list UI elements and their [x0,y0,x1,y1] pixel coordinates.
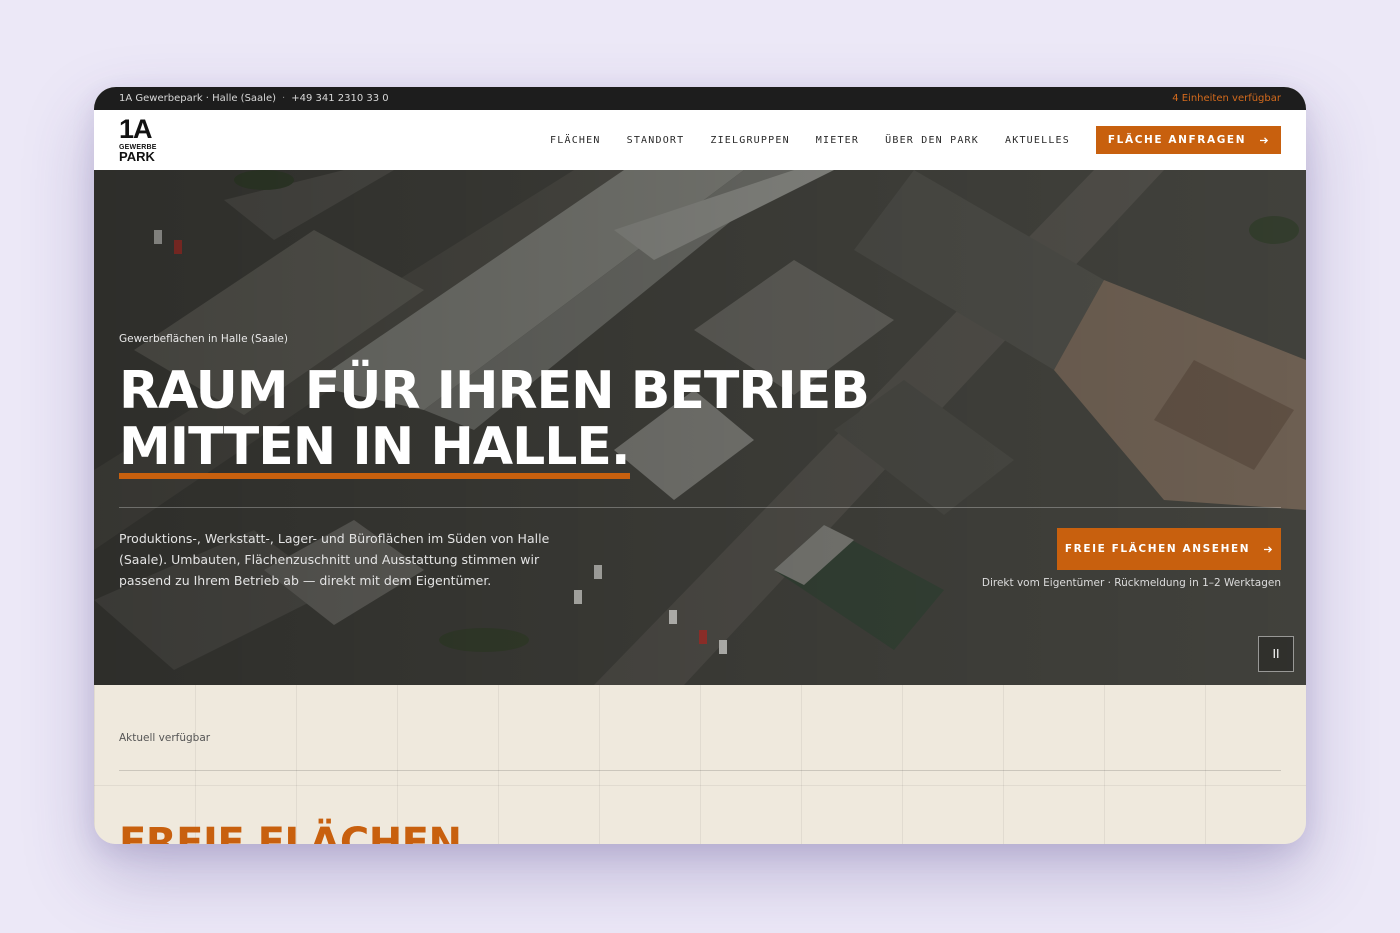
nav-item-flaechen[interactable]: FLÄCHEN [550,135,601,146]
company-location: 1A Gewerbepark · Halle (Saale) [119,93,277,104]
hero-section: Gewerbeflächen in Halle (Saale) RAUM FÜR… [94,170,1306,685]
section-eyebrow: Aktuell verfügbar [119,732,211,744]
browser-window: 1A Gewerbepark · Halle (Saale) · +49 341… [94,87,1306,844]
nav-item-zielgruppen[interactable]: ZIELGRUPPEN [710,135,789,146]
nav-item-ueber-den-park[interactable]: ÜBER DEN PARK [885,135,979,146]
arrow-right-icon [1264,545,1273,553]
nav-item-mieter[interactable]: MIETER [816,135,859,146]
site-logo[interactable]: 1A GEWERBE PARK [119,116,159,164]
arrow-right-icon [1260,136,1269,144]
logo-line-3: PARK [119,149,155,164]
view-free-spaces-label: FREIE FLÄCHEN ANSEHEN [1064,543,1251,555]
section-divider [119,770,1281,771]
logo-line-1: 1A [119,114,153,144]
nav-item-aktuelles[interactable]: AKTUELLES [1005,135,1070,146]
top-info-left: 1A Gewerbepark · Halle (Saale) · +49 341… [119,93,389,104]
hero-eyebrow: Gewerbeflächen in Halle (Saale) [119,333,288,345]
available-spaces-section: Aktuell verfügbar FREIE FLÄCHEN [94,685,1306,844]
hero-headline-line-2: MITTEN IN HALLE. [119,417,631,479]
video-pause-button[interactable]: II [1258,636,1294,672]
hero-headline-line-1: RAUM FÜR IHREN BETRIEB [119,361,870,421]
section-heading: FREIE FLÄCHEN [119,820,462,844]
main-navigation: 1A GEWERBE PARK FLÄCHEN STANDORT ZIELGRU… [94,110,1306,170]
separator: · [282,93,286,104]
request-space-label: FLÄCHE ANFRAGEN [1107,134,1247,146]
pause-icon: II [1272,647,1280,661]
view-free-spaces-button[interactable]: FREIE FLÄCHEN ANSEHEN [1057,528,1281,570]
hero-divider [119,507,1281,508]
top-info-bar: 1A Gewerbepark · Halle (Saale) · +49 341… [94,87,1306,110]
hero-lead-text: Produktions-, Werkstatt-, Lager- und Bür… [119,531,550,588]
nav-menu: FLÄCHEN STANDORT ZIELGRUPPEN MIETER ÜBER… [550,135,1070,146]
availability-link[interactable]: 4 Einheiten verfügbar [1172,93,1281,104]
request-space-button[interactable]: FLÄCHE ANFRAGEN [1096,126,1281,154]
nav-item-standort[interactable]: STANDORT [627,135,685,146]
hero-note: Direkt vom Eigentümer · Rückmeldung in 1… [981,577,1281,589]
phone-link[interactable]: +49 341 2310 33 0 [291,93,388,104]
hero-headline: RAUM FÜR IHREN BETRIEB MITTEN IN HALLE. [119,361,870,479]
